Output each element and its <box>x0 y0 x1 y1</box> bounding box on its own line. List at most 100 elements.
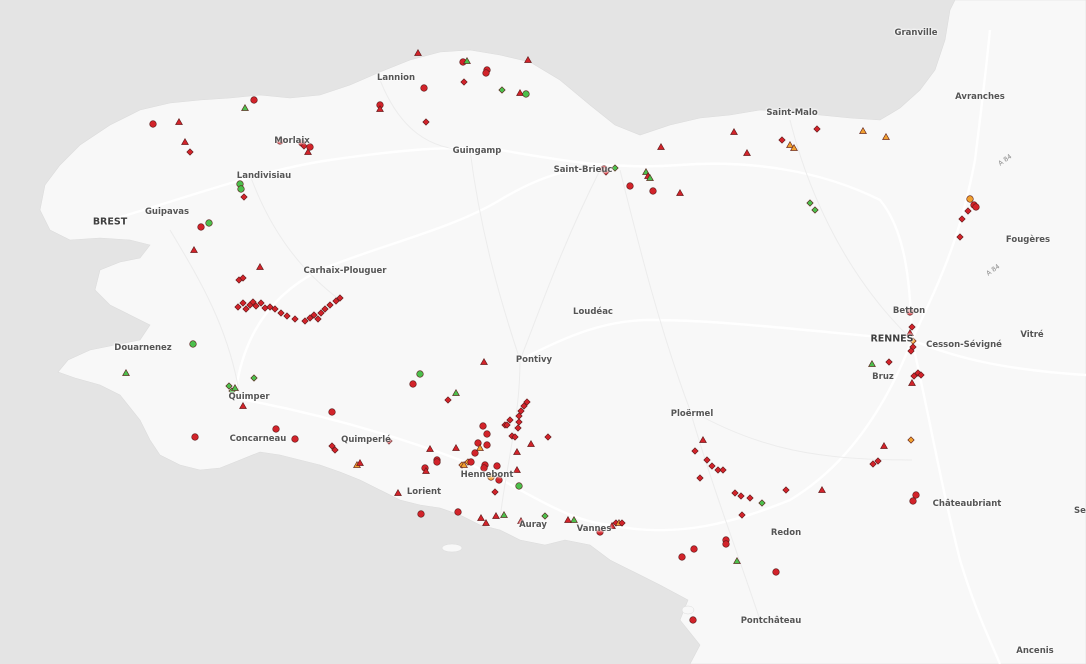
site-marker-circle[interactable] <box>972 203 980 211</box>
site-marker-triangle[interactable] <box>452 443 460 451</box>
site-marker-diamond[interactable] <box>885 358 893 366</box>
site-marker-triangle[interactable] <box>452 388 460 396</box>
site-marker-circle[interactable] <box>149 120 157 128</box>
site-marker-diamond[interactable] <box>239 299 247 307</box>
site-marker-diamond[interactable] <box>261 304 269 312</box>
site-marker-triangle[interactable] <box>175 117 183 125</box>
site-marker-diamond[interactable] <box>444 396 452 404</box>
site-marker-circle[interactable] <box>522 90 530 98</box>
site-marker-circle[interactable] <box>689 616 697 624</box>
site-marker-diamond[interactable] <box>908 323 916 331</box>
site-marker-diamond[interactable] <box>234 303 242 311</box>
site-marker-circle[interactable] <box>189 340 197 348</box>
site-marker-triangle[interactable] <box>882 132 890 140</box>
site-marker-triangle[interactable] <box>513 447 521 455</box>
site-marker-diamond[interactable] <box>498 86 506 94</box>
site-marker-triangle[interactable] <box>480 357 488 365</box>
site-marker-diamond[interactable] <box>719 466 727 474</box>
site-marker-circle[interactable] <box>416 370 424 378</box>
site-marker-circle[interactable] <box>483 441 491 449</box>
site-marker-diamond[interactable] <box>611 164 619 172</box>
site-marker-triangle[interactable] <box>524 55 532 63</box>
site-marker-triangle[interactable] <box>241 103 249 111</box>
site-marker-circle[interactable] <box>328 408 336 416</box>
site-marker-diamond[interactable] <box>806 199 814 207</box>
site-marker-circle[interactable] <box>433 458 441 466</box>
site-marker-triangle[interactable] <box>516 88 524 96</box>
site-marker-circle[interactable] <box>479 422 487 430</box>
site-marker-circle[interactable] <box>772 568 780 576</box>
site-marker-circle[interactable] <box>420 84 428 92</box>
site-marker-diamond[interactable] <box>737 492 745 500</box>
site-marker-diamond[interactable] <box>813 125 821 133</box>
site-marker-circle[interactable] <box>690 545 698 553</box>
site-marker-diamond[interactable] <box>544 433 552 441</box>
site-marker-circle[interactable] <box>626 182 634 190</box>
site-marker-triangle[interactable] <box>492 511 500 519</box>
site-marker-triangle[interactable] <box>859 126 867 134</box>
site-marker-circle[interactable] <box>912 491 920 499</box>
site-marker-diamond[interactable] <box>956 233 964 241</box>
site-marker-diamond[interactable] <box>958 215 966 223</box>
site-marker-diamond[interactable] <box>250 374 258 382</box>
site-marker-triangle[interactable] <box>426 444 434 452</box>
site-marker-circle[interactable] <box>649 187 657 195</box>
site-marker-triangle[interactable] <box>256 262 264 270</box>
site-marker-diamond[interactable] <box>514 424 522 432</box>
site-marker-circle[interactable] <box>272 425 280 433</box>
site-marker-circle[interactable] <box>467 458 475 466</box>
site-marker-circle[interactable] <box>482 69 490 77</box>
site-marker-triangle[interactable] <box>908 378 916 386</box>
marker-layer[interactable] <box>0 0 1086 664</box>
site-marker-diamond[interactable] <box>460 78 468 86</box>
site-marker-triangle[interactable] <box>743 148 751 156</box>
site-marker-diamond[interactable] <box>778 136 786 144</box>
site-marker-diamond[interactable] <box>541 512 549 520</box>
site-marker-circle[interactable] <box>191 433 199 441</box>
site-marker-circle[interactable] <box>493 462 501 470</box>
site-marker-circle[interactable] <box>454 508 462 516</box>
site-marker-diamond[interactable] <box>811 206 819 214</box>
site-marker-diamond[interactable] <box>696 474 704 482</box>
site-marker-circle[interactable] <box>678 553 686 561</box>
site-marker-diamond[interactable] <box>708 462 716 470</box>
site-marker-circle[interactable] <box>205 219 213 227</box>
site-marker-triangle[interactable] <box>231 383 239 391</box>
site-marker-triangle[interactable] <box>880 441 888 449</box>
site-marker-circle[interactable] <box>417 510 425 518</box>
site-marker-diamond[interactable] <box>240 193 248 201</box>
site-marker-circle[interactable] <box>909 497 917 505</box>
site-marker-triangle[interactable] <box>733 556 741 564</box>
site-marker-triangle[interactable] <box>190 245 198 253</box>
site-marker-diamond[interactable] <box>758 499 766 507</box>
site-marker-triangle[interactable] <box>239 401 247 409</box>
site-marker-diamond[interactable] <box>326 301 334 309</box>
site-marker-circle[interactable] <box>197 223 205 231</box>
site-marker-circle[interactable] <box>291 435 299 443</box>
site-marker-diamond[interactable] <box>283 312 291 320</box>
site-marker-triangle[interactable] <box>500 510 508 518</box>
site-marker-triangle[interactable] <box>564 515 572 523</box>
site-marker-diamond[interactable] <box>422 118 430 126</box>
site-marker-diamond[interactable] <box>277 309 285 317</box>
site-marker-diamond[interactable] <box>907 436 915 444</box>
site-marker-circle[interactable] <box>237 185 245 193</box>
site-marker-diamond[interactable] <box>691 447 699 455</box>
site-marker-triangle[interactable] <box>786 140 794 148</box>
site-marker-triangle[interactable] <box>657 142 665 150</box>
site-marker-triangle[interactable] <box>730 127 738 135</box>
site-marker-triangle[interactable] <box>394 488 402 496</box>
site-marker-diamond[interactable] <box>515 418 523 426</box>
site-marker-triangle[interactable] <box>477 513 485 521</box>
site-marker-triangle[interactable] <box>676 188 684 196</box>
site-marker-diamond[interactable] <box>731 489 739 497</box>
site-marker-triangle[interactable] <box>699 435 707 443</box>
site-marker-triangle[interactable] <box>513 465 521 473</box>
site-marker-triangle[interactable] <box>570 515 578 523</box>
site-marker-circle[interactable] <box>515 482 523 490</box>
site-marker-diamond[interactable] <box>491 488 499 496</box>
site-marker-circle[interactable] <box>250 96 258 104</box>
site-marker-triangle[interactable] <box>818 485 826 493</box>
site-marker-diamond[interactable] <box>746 494 754 502</box>
site-marker-diamond[interactable] <box>964 207 972 215</box>
